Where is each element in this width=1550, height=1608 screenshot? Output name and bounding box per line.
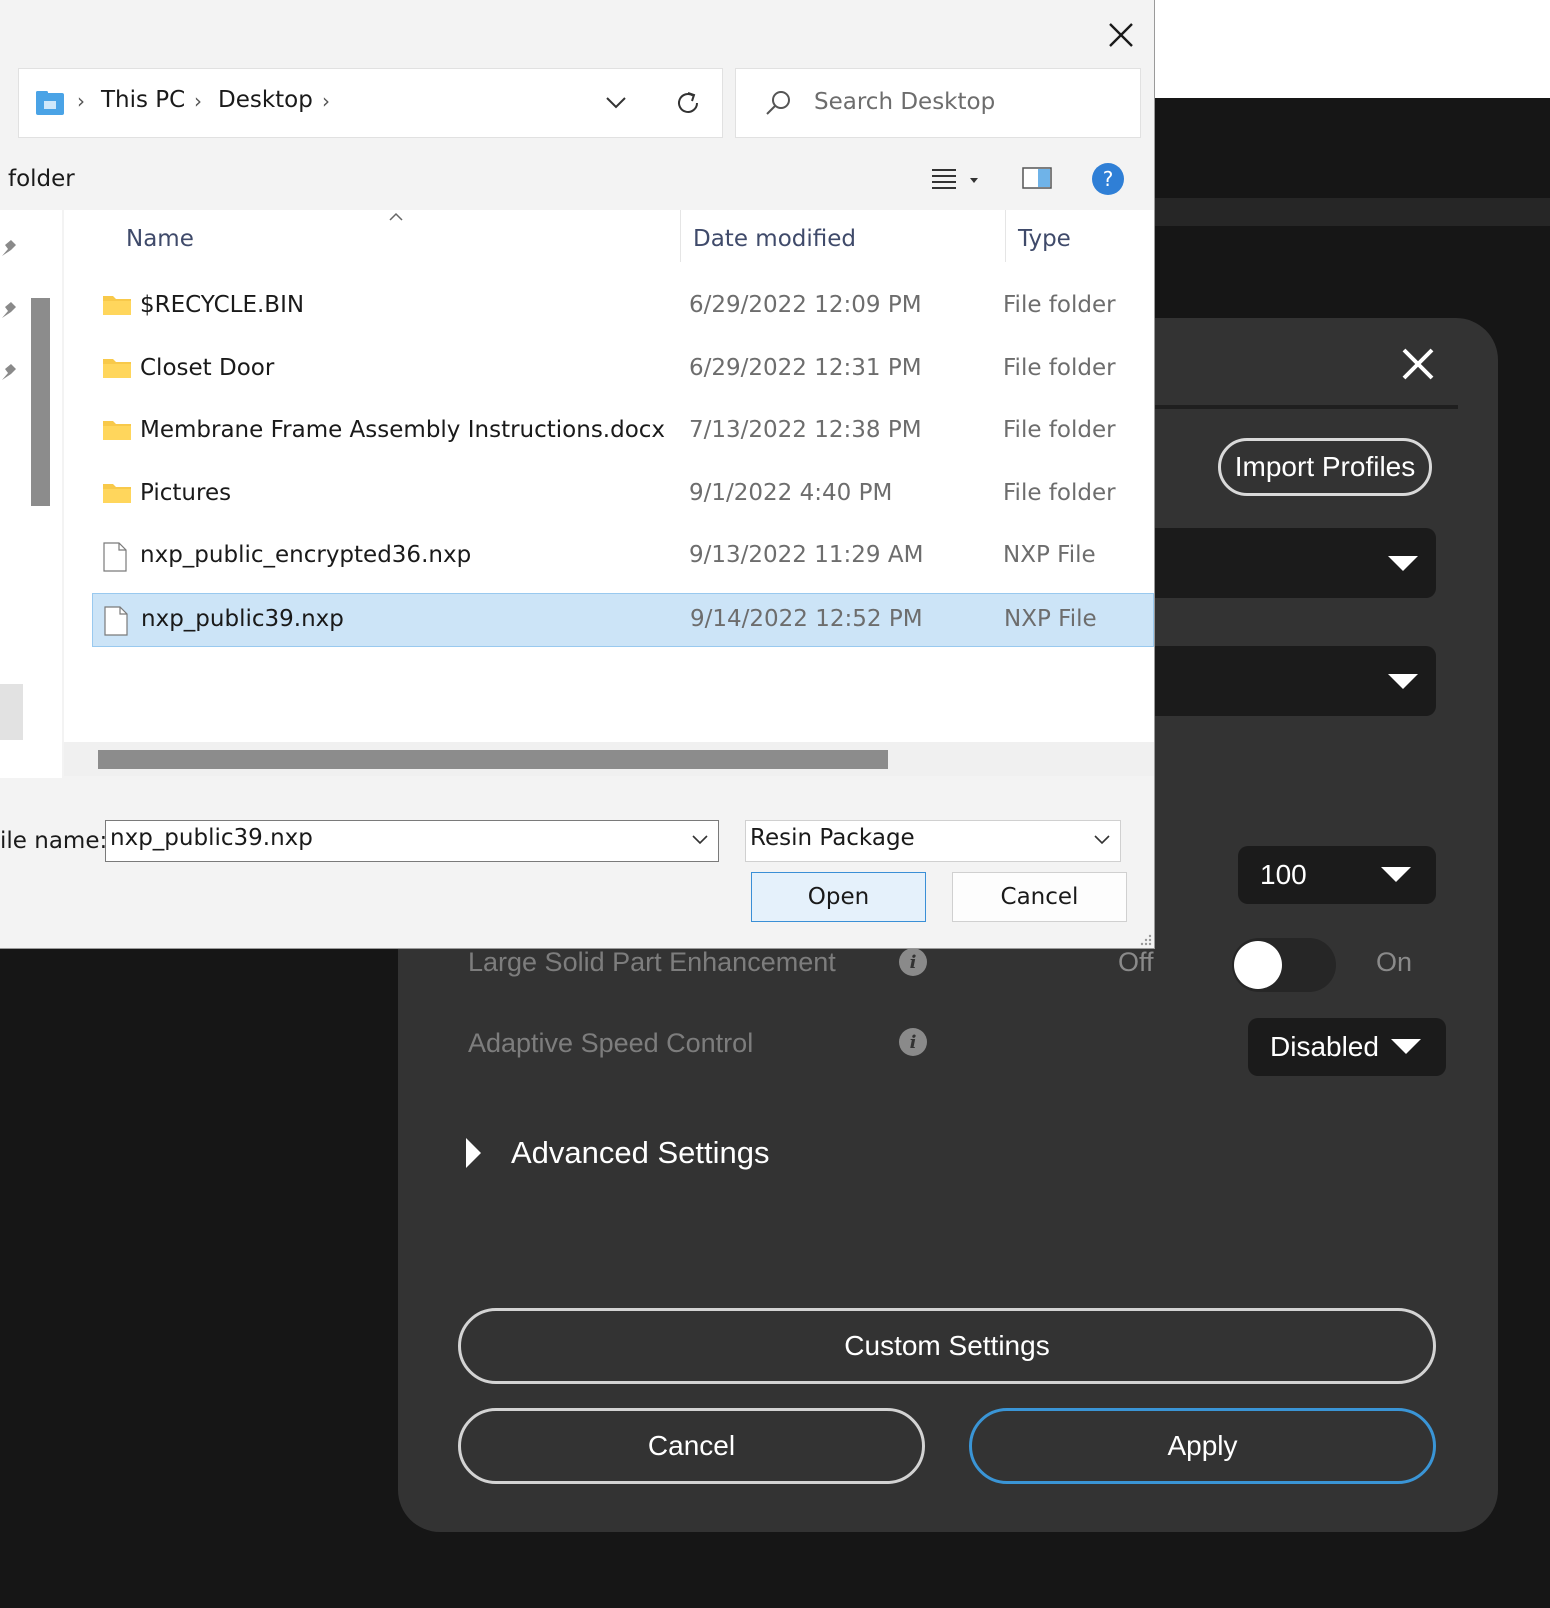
file-name-cell: Membrane Frame Assembly Instructions.doc… xyxy=(140,417,666,443)
open-button[interactable]: Open xyxy=(751,872,926,922)
file-name-cell: Pictures xyxy=(140,479,232,506)
file-icon xyxy=(103,605,129,640)
column-separator[interactable] xyxy=(1005,210,1006,262)
file-name-cell: nxp_public_encrypted36.nxp xyxy=(140,542,472,568)
close-icon[interactable] xyxy=(1100,14,1142,56)
chevron-down-icon xyxy=(1094,835,1110,845)
chevron-down-icon xyxy=(1381,867,1411,882)
sort-ascending-icon xyxy=(389,212,403,221)
chevron-down-icon[interactable] xyxy=(692,835,708,845)
chevron-down-icon xyxy=(1391,1039,1421,1054)
view-options-icon[interactable] xyxy=(930,166,984,190)
file-row[interactable]: nxp_public_encrypted36.nxp 9/13/2022 11:2… xyxy=(92,530,1154,584)
nav-scrollbar[interactable] xyxy=(31,298,50,506)
adaptive-speed-value: Disabled xyxy=(1270,1031,1379,1062)
file-name-label: ile name: xyxy=(0,828,108,854)
breadcrumb-separator-icon[interactable]: › xyxy=(322,89,330,113)
cancel-button[interactable]: Cancel xyxy=(458,1408,925,1484)
file-date-cell: 9/14/2022 12:52 PM xyxy=(690,605,923,632)
resize-grip-icon[interactable] xyxy=(1138,932,1152,946)
preview-pane-icon[interactable] xyxy=(1022,166,1052,190)
file-name-cell: nxp_public39.nxp xyxy=(141,605,344,632)
import-profiles-button[interactable]: Import Profiles xyxy=(1218,438,1432,496)
help-icon[interactable]: ? xyxy=(1092,163,1124,195)
app-toolbar-strip xyxy=(1140,198,1550,226)
pin-icon xyxy=(2,240,16,256)
material-dropdown[interactable] xyxy=(1140,528,1436,598)
breadcrumb-separator-icon: › xyxy=(194,89,202,113)
breadcrumb-separator-icon: › xyxy=(77,89,85,113)
advanced-settings-label[interactable]: Advanced Settings xyxy=(511,1135,770,1171)
close-icon[interactable] xyxy=(1398,344,1438,384)
search-box[interactable]: Search Desktop xyxy=(735,68,1141,138)
file-name-cell: $RECYCLE.BIN xyxy=(140,292,305,318)
file-date-cell: 7/13/2022 12:38 PM xyxy=(689,417,922,443)
search-placeholder: Search Desktop xyxy=(814,89,996,115)
resolution-value: 100 xyxy=(1260,859,1307,890)
file-date-cell: 9/13/2022 11:29 AM xyxy=(689,542,924,568)
address-bar[interactable]: › This PC › Desktop › xyxy=(18,68,723,138)
file-name-value: nxp_public39.nxp xyxy=(110,825,313,851)
file-row[interactable]: $RECYCLE.BIN 6/29/2022 12:09 PM File folde… xyxy=(92,280,1154,334)
new-folder-button[interactable]: folder xyxy=(8,166,75,192)
file-date-cell: 6/29/2022 12:09 PM xyxy=(689,292,922,318)
column-header-name[interactable]: Name xyxy=(126,226,194,252)
toggle-on-label: On xyxy=(1376,947,1413,977)
file-row[interactable]: nxp_public39.nxp 9/14/2022 12:52 PM NXP Fi… xyxy=(92,592,1154,647)
column-header-type[interactable]: Type xyxy=(1018,226,1071,252)
chevron-down-icon xyxy=(1388,674,1418,689)
nav-selected-item[interactable] xyxy=(0,684,23,740)
file-type-cell: File folder xyxy=(1003,479,1116,506)
file-type-cell: NXP File xyxy=(1004,605,1097,632)
folder-icon xyxy=(102,417,132,445)
chevron-down-icon[interactable] xyxy=(605,96,627,110)
chevron-down-icon xyxy=(1388,556,1418,571)
adaptive-speed-label: Adaptive Speed Control xyxy=(468,1028,754,1058)
custom-settings-button[interactable]: Custom Settings xyxy=(458,1308,1436,1384)
breadcrumb-this-pc[interactable]: This PC xyxy=(101,87,185,113)
expand-triangle-icon[interactable] xyxy=(466,1138,481,1168)
file-open-dialog: › This PC › Desktop › Search Desktop fol… xyxy=(0,0,1155,949)
file-type-cell: File folder xyxy=(1003,354,1116,381)
column-header-date[interactable]: Date modified xyxy=(693,226,856,252)
file-name-cell: Closet Door xyxy=(140,354,275,381)
info-icon[interactable]: i xyxy=(899,1028,927,1056)
pin-icon xyxy=(2,302,16,318)
file-name-input[interactable]: nxp_public39.nxp xyxy=(105,820,719,862)
folder-icon xyxy=(102,292,132,320)
resolution-dropdown[interactable]: 100 xyxy=(1238,846,1436,904)
file-type-cell: File folder xyxy=(1003,417,1116,443)
folder-icon xyxy=(102,355,132,383)
file-type-select[interactable]: Resin Package xyxy=(745,820,1121,862)
file-icon xyxy=(102,542,128,576)
pin-icon xyxy=(2,364,16,380)
breadcrumb-desktop[interactable]: Desktop xyxy=(218,87,313,113)
file-date-cell: 6/29/2022 12:31 PM xyxy=(689,354,922,381)
large-solid-part-label: Large Solid Part Enhancement xyxy=(468,947,836,977)
info-icon[interactable]: i xyxy=(899,948,927,976)
file-type-value: Resin Package xyxy=(750,825,915,851)
file-date-cell: 9/1/2022 4:40 PM xyxy=(689,479,893,506)
apply-button[interactable]: Apply xyxy=(969,1408,1436,1484)
file-row[interactable]: Membrane Frame Assembly Instructions.doc… xyxy=(92,405,1154,459)
refresh-icon[interactable] xyxy=(674,89,702,117)
search-icon xyxy=(766,91,790,115)
pc-folder-icon xyxy=(36,91,64,115)
panel-divider xyxy=(1140,405,1458,409)
toggle-knob[interactable] xyxy=(1234,941,1282,989)
adaptive-speed-dropdown[interactable]: Disabled xyxy=(1248,1018,1446,1076)
folder-icon xyxy=(102,480,132,508)
layer-thickness-dropdown[interactable] xyxy=(1140,646,1436,716)
horizontal-scrollbar-thumb[interactable] xyxy=(98,750,888,769)
file-row[interactable]: Closet Door 6/29/2022 12:31 PM File folder xyxy=(92,343,1154,397)
file-type-cell: File folder xyxy=(1003,292,1116,318)
file-row[interactable]: Pictures 9/1/2022 4:40 PM File folder xyxy=(92,468,1154,522)
toggle-off-label: Off xyxy=(1118,947,1154,977)
column-separator[interactable] xyxy=(680,210,681,262)
file-type-cell: NXP File xyxy=(1003,542,1096,568)
dialog-cancel-button[interactable]: Cancel xyxy=(952,872,1127,922)
